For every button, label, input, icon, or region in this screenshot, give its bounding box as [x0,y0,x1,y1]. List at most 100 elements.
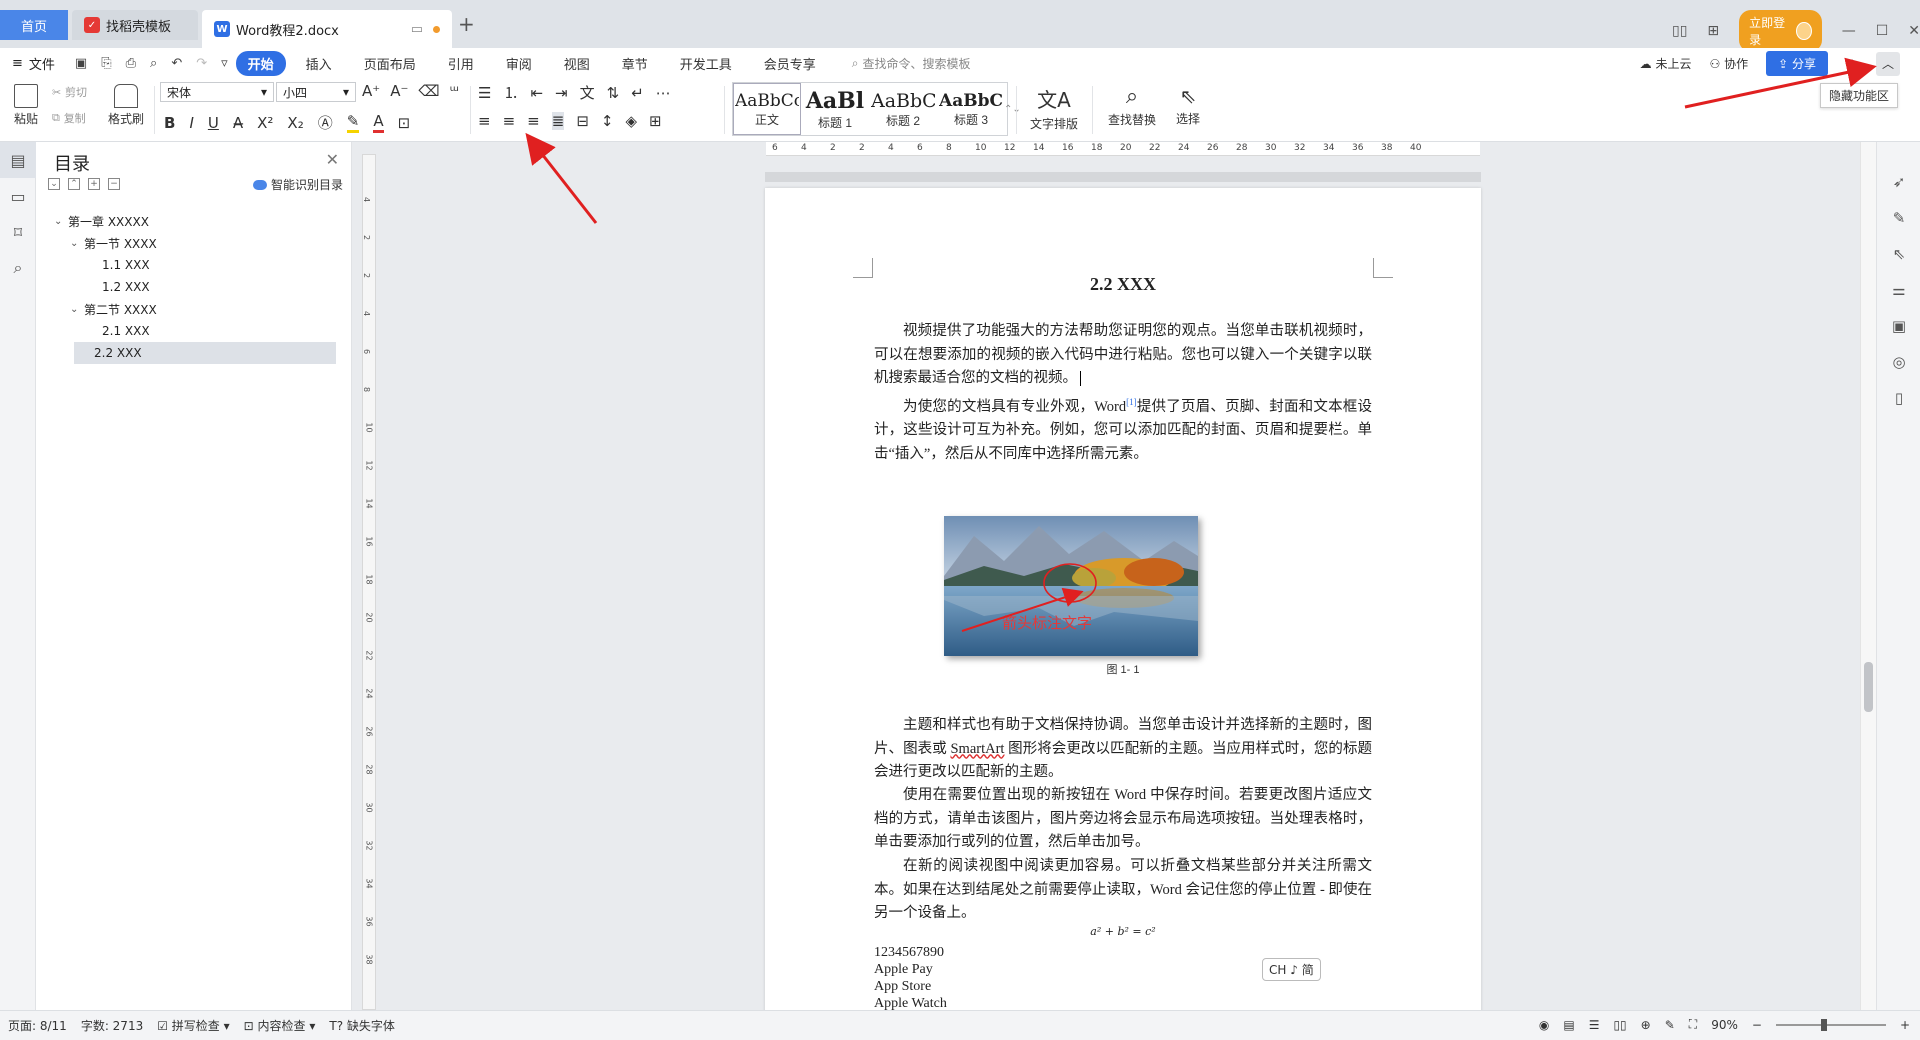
align-left-icon[interactable]: ≡ [478,112,491,130]
sliders-icon[interactable]: ⚌ [1877,272,1920,308]
close-icon[interactable]: ✕ [1908,23,1920,39]
zoom-slider-knob[interactable] [1820,1018,1827,1031]
toc-item[interactable]: ⌄ 第二节 XXXX [54,298,344,320]
file-menu[interactable]: ≡ 文件 [12,54,55,73]
content-check-toggle[interactable]: ⊡ 内容检查 ▾ [244,1017,316,1034]
web-view-icon[interactable]: ⊕ [1641,1018,1651,1032]
arrow-annotation-text[interactable]: 箭头标注文字 [1002,612,1092,633]
tab-review[interactable]: 审阅 [494,51,544,76]
more-quick-icon[interactable]: ▿ [221,56,228,71]
chevron-down-icon[interactable]: ⌄ [70,238,84,249]
borders-icon[interactable]: ⊞ [649,112,662,130]
paragraph[interactable]: 为使您的文档具有专业外观，Word[1]提供了页眉、页脚、封面和文本框设计，这些… [874,391,1372,466]
shading-icon[interactable]: ◈ [625,112,637,130]
layout-icon[interactable]: ▯▯ [1672,23,1687,39]
document-page[interactable]: 2.2 XXX 视频提供了功能强大的方法帮助您证明您的观点。当您单击联机视频时，… [765,188,1481,1010]
page-indicator[interactable]: 页面: 8/11 [8,1017,67,1034]
paragraph[interactable]: 在新的阅读视图中阅读更加容易。可以折叠文档某些部分并关注所需文本。如果在达到结尾… [874,855,1372,926]
bullets-icon[interactable]: ☰ [478,84,491,102]
search-icon[interactable]: ⌕ [0,250,36,286]
select-button[interactable]: ⇖ 选择 [1168,84,1208,127]
italic-icon[interactable]: I [189,114,193,132]
chinese-layout-icon[interactable]: 文 [580,82,595,103]
add-heading-icon[interactable]: + [88,178,100,190]
print-preview-icon[interactable]: ⌕ [150,56,157,71]
read-view-icon[interactable]: ▯▯ [1613,1018,1626,1032]
format-painter-button[interactable]: 格式刷 [104,84,148,127]
highlight-icon[interactable]: ✎ [346,112,360,133]
table-lines-icon[interactable]: ⋯ [656,84,671,102]
list-item[interactable]: Apple Watch [874,995,947,1010]
distributed-icon[interactable]: ⊟ [576,112,589,130]
missing-font-button[interactable]: T? 缺失字体 [329,1017,395,1034]
pointer-icon[interactable]: ⇖ [1877,236,1920,272]
spell-check-toggle[interactable]: ☑ 拼写检查 ▾ [157,1017,229,1034]
style-heading-1[interactable]: AaBl 标题 1 [801,83,869,135]
redo-icon[interactable]: ↷ [196,56,207,71]
style-normal[interactable]: AaBbCcI 正文 [733,83,801,135]
toc-item[interactable]: 1.1 XXX [54,254,344,276]
text-effect-icon[interactable]: Ⓐ [318,112,333,133]
maximize-icon[interactable]: ☐ [1876,23,1889,39]
smart-toc-button[interactable]: 智能识别目录 [252,176,343,193]
tab-insert[interactable]: 插入 [294,51,344,76]
list-item[interactable]: 1234567890 [874,944,947,961]
find-replace-button[interactable]: ⌕ 查找替换 [1100,84,1164,128]
toc-item[interactable]: 1.2 XXX [54,276,344,298]
zoom-level[interactable]: 90% [1711,1018,1738,1032]
superscript-icon[interactable]: X² [257,114,273,132]
document-area[interactable]: 2.2 XXX 视频提供了功能强大的方法帮助您证明您的观点。当您单击联机视频时，… [376,156,1860,1010]
tab-document[interactable]: W Word教程2.docx ▭ [202,10,452,48]
fit-page-icon[interactable]: ⛶ [1689,1017,1697,1032]
undo-icon[interactable]: ↶ [171,56,182,71]
footnote-reference[interactable]: [1] [1126,397,1137,407]
show-marks-icon[interactable]: ↵ [631,84,644,102]
list-item[interactable]: Apple Pay [874,961,947,978]
paragraph[interactable]: 主题和样式也有助于文档保持协调。当您单击设计并选择新的主题时，图片、图表或 Sm… [874,714,1372,785]
figure-caption[interactable]: 图 1- 1 [874,661,1372,677]
write-mode-icon[interactable]: ✎ [1665,1018,1675,1032]
vertical-ruler[interactable]: 4 2 2 4 6 8 10 12 14 16 18 20 22 24 26 28 30 32 34 36 38 [362,154,376,1010]
strikethrough-icon[interactable]: A̶ [233,114,243,132]
toc-item[interactable]: 2.1 XXX [54,320,344,342]
paragraph[interactable]: 使用在需要位置出现的新按钮在 Word 中保存时间。若要更改图片适应文档的方式，… [874,784,1372,855]
outline-view-icon[interactable]: ☰ [1589,1018,1600,1032]
location-icon[interactable]: ◎ [1877,344,1920,380]
expand-all-icon[interactable]: ⌃ [68,178,80,190]
shrink-font-icon[interactable]: A⁻ [390,82,408,100]
tab-home[interactable]: 首页 [0,10,68,40]
minimize-icon[interactable]: — [1842,23,1856,39]
tab-start[interactable]: 开始 [235,50,286,76]
tab-developer[interactable]: 开发工具 [668,51,744,76]
increase-indent-icon[interactable]: ⇥ [555,84,568,102]
toc-panel-icon[interactable]: ▤ [0,142,36,178]
styles-more-icon[interactable]: ⌃⌄ [1004,82,1021,136]
eye-protect-icon[interactable]: ◉ [1539,1018,1549,1032]
monitor-icon[interactable]: ▭ [411,22,423,37]
cloud-status[interactable]: ☁ 未上云 [1640,55,1692,72]
close-icon[interactable]: ✕ [326,150,339,169]
section-heading[interactable]: 2.2 XXX [874,274,1372,295]
tab-template[interactable]: ✓ 找稻壳模板 [72,10,198,40]
equation[interactable]: a² + b² = c² [874,925,1372,938]
line-spacing-icon[interactable]: ↕ [601,112,614,130]
font-family-select[interactable]: 宋体 ▾ [160,82,274,102]
landscape-image[interactable]: 箭头标注文字 [944,516,1198,656]
toc-item[interactable]: ⌄ 第一节 XXXX [54,232,344,254]
image-tool-icon[interactable]: ▣ [1877,308,1920,344]
collapse-all-icon[interactable]: ⌄ [48,178,60,190]
tab-references[interactable]: 引用 [436,51,486,76]
align-center-icon[interactable]: ≡ [503,112,516,130]
list-item[interactable]: App Store [874,978,947,995]
char-border-icon[interactable]: ⊡ [398,114,411,132]
toc-item[interactable]: ⌄ 第一章 XXXXX [54,210,344,232]
underline-icon[interactable]: U [208,114,219,132]
login-button[interactable]: 立即登录 [1739,10,1822,52]
horizontal-ruler[interactable]: 6 4 2 2 4 6 8 10 12 14 16 18 20 22 24 26 28 30 32 34 36 38 40 [766,142,1480,156]
chevron-down-icon[interactable]: ⌄ [70,304,84,315]
tab-page-layout[interactable]: 页面布局 [352,51,428,76]
font-color-icon[interactable]: A [373,112,384,133]
share-button[interactable]: ⇪ 分享 [1766,51,1828,76]
ime-indicator[interactable]: CH ♪ 简 [1262,958,1321,981]
sort-icon[interactable]: ⇅ [607,84,620,102]
